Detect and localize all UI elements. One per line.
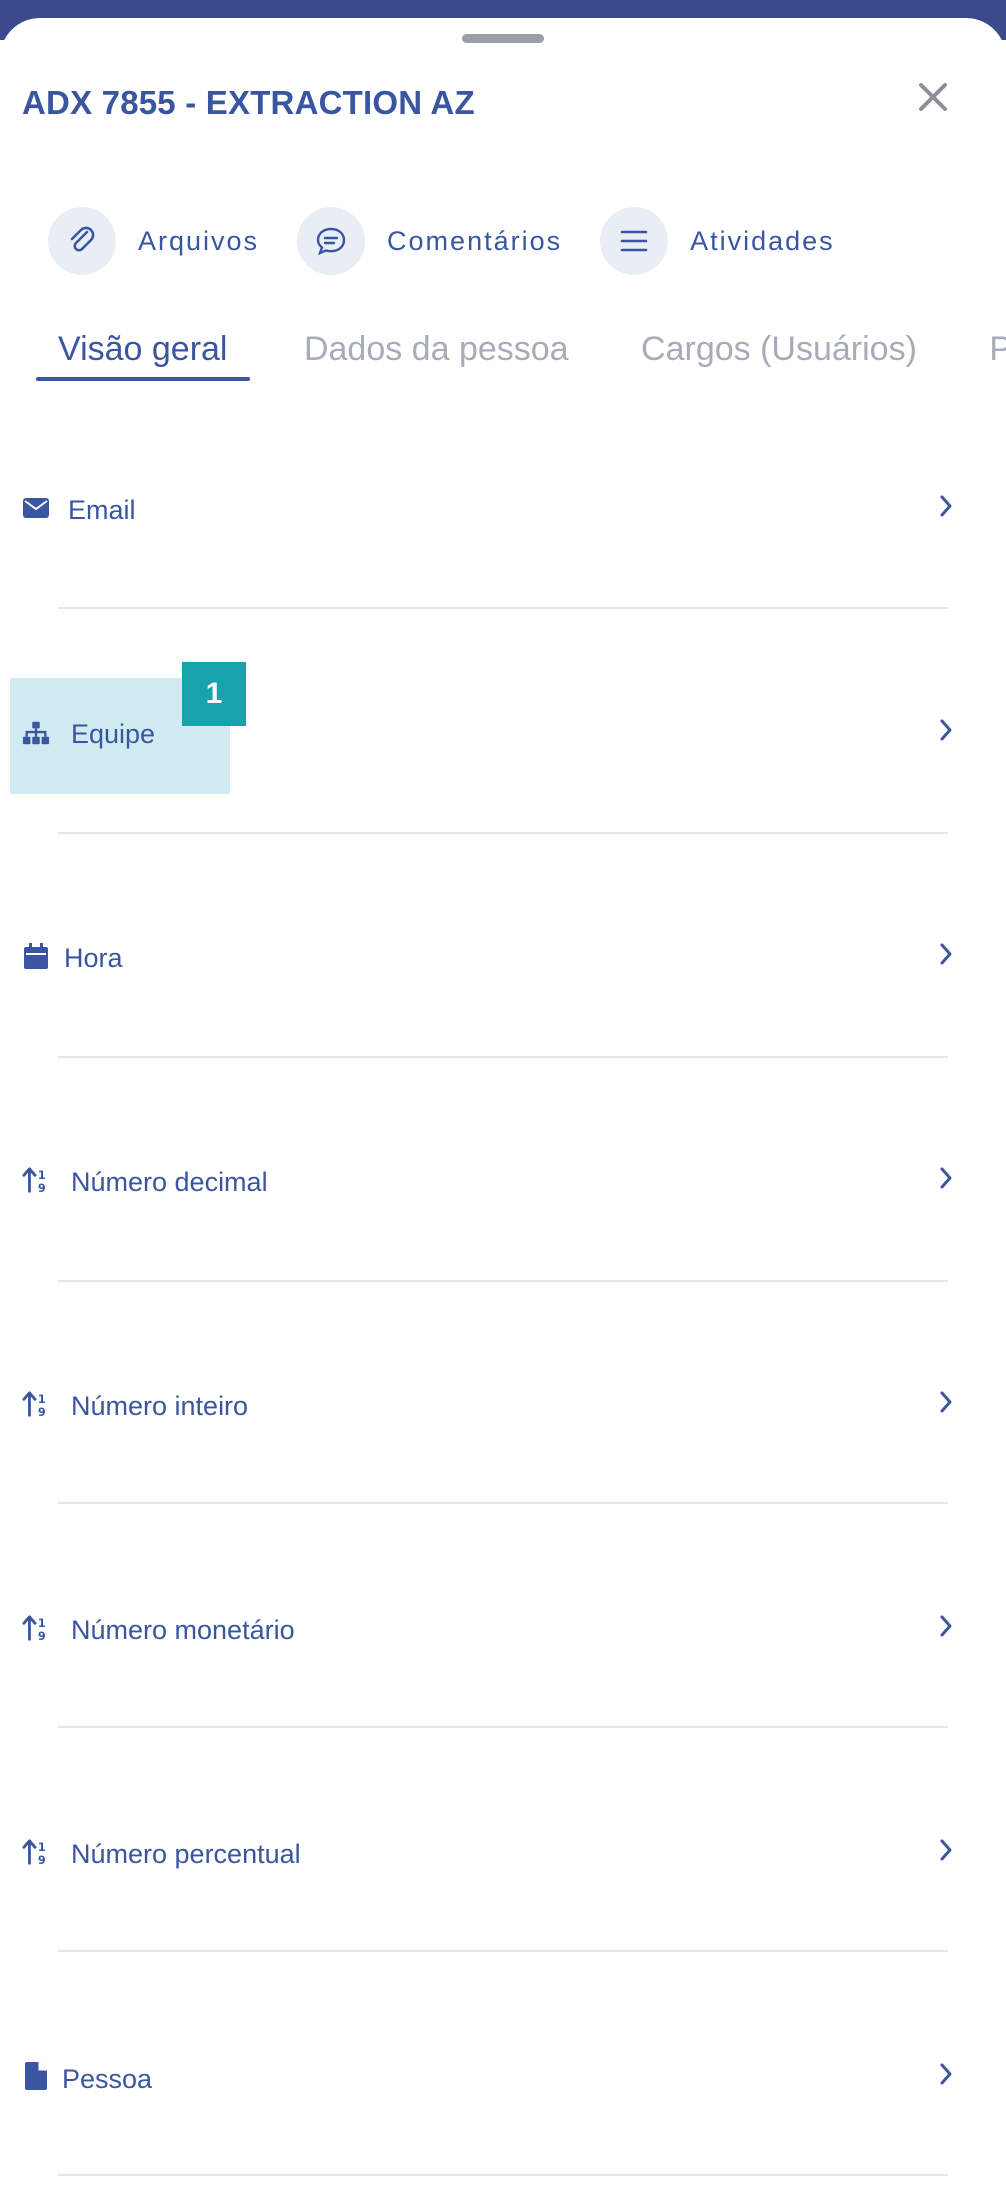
svg-text:1: 1 [38, 1617, 46, 1630]
row-divider [58, 1056, 948, 1058]
chevron-right-icon [936, 939, 956, 969]
sort-numeric-icon: 19 [22, 1166, 50, 1194]
sort-numeric-icon: 19 [22, 1614, 50, 1642]
field-label-currency-number: Número monetário [71, 1615, 295, 1645]
field-row-person[interactable]: Pessoa [0, 1964, 1006, 2178]
activities-action[interactable]: Atividades [600, 207, 835, 275]
field-row-percent-number[interactable]: 19 Número percentual [0, 1740, 1006, 1964]
field-label-decimal-number: Número decimal [71, 1167, 268, 1197]
list-icon [600, 207, 669, 275]
svg-text:1: 1 [38, 1393, 46, 1406]
tab-person-data[interactable]: Dados da pessoa [304, 330, 569, 377]
field-label-person: Pessoa [62, 2064, 153, 2094]
sheet-drag-handle[interactable] [462, 34, 544, 43]
row-divider [58, 1950, 948, 1952]
field-label-percent-number: Número percentual [71, 1839, 301, 1869]
field-row-decimal-number[interactable]: 19 Número decimal [0, 1068, 1006, 1292]
paperclip-icon [48, 207, 116, 275]
tab-more-truncated[interactable]: Pe [989, 330, 1006, 377]
field-label-team: Equipe [71, 719, 156, 749]
chevron-right-icon [936, 491, 956, 521]
svg-text:9: 9 [38, 1182, 46, 1194]
svg-text:1: 1 [38, 1169, 46, 1182]
field-row-integer-number[interactable]: 19 Número inteiro [0, 1292, 1006, 1516]
svg-text:9: 9 [38, 1854, 46, 1866]
chevron-right-icon [936, 1387, 956, 1417]
envelope-icon [22, 494, 50, 522]
files-action-label: Arquivos [138, 225, 260, 256]
svg-text:9: 9 [38, 1406, 46, 1418]
field-label-integer-number: Número inteiro [71, 1391, 249, 1421]
file-icon [22, 2062, 50, 2090]
action-bar: Arquivos Comentários Atividades [48, 206, 873, 276]
row-divider [58, 1726, 948, 1728]
comment-icon [297, 207, 366, 275]
page-title: ADX 7855 - EXTRACTION AZ [22, 84, 475, 121]
comments-action-label: Comentários [387, 225, 563, 256]
sitemap-icon [22, 719, 50, 747]
chevron-right-icon [936, 715, 956, 745]
row-divider [58, 1502, 948, 1504]
activities-action-label: Atividades [690, 225, 835, 256]
field-row-currency-number[interactable]: 19 Número monetário [0, 1516, 1006, 1740]
chevron-right-icon [936, 1835, 956, 1865]
comments-action[interactable]: Comentários [297, 207, 562, 275]
sort-numeric-icon: 19 [22, 1838, 50, 1866]
tab-overview[interactable]: Visão geral [36, 330, 250, 381]
row-divider [58, 1280, 948, 1282]
tab-roles-users[interactable]: Cargos (Usuários) [641, 330, 917, 377]
chevron-right-icon [936, 1611, 956, 1641]
tab-bar: Visão geral Dados da pessoa Cargos (Usuá… [36, 330, 1006, 390]
field-label-email: Email [68, 495, 136, 525]
svg-text:9: 9 [38, 1630, 46, 1642]
files-action[interactable]: Arquivos [48, 207, 259, 275]
chevron-right-icon [936, 2059, 956, 2089]
calendar-icon [22, 942, 50, 970]
row-divider [58, 832, 948, 834]
svg-text:1: 1 [38, 1841, 46, 1854]
row-divider [58, 2174, 948, 2176]
chevron-right-icon [936, 1163, 956, 1193]
field-row-time[interactable]: Hora [0, 844, 1006, 1068]
row-divider [58, 607, 948, 609]
close-button[interactable] [908, 72, 958, 122]
field-label-time: Hora [64, 943, 123, 973]
close-icon [919, 83, 947, 111]
field-row-email[interactable]: Email [0, 396, 1006, 620]
field-row-team[interactable]: Equipe [0, 620, 1006, 844]
sort-numeric-icon: 19 [22, 1390, 50, 1418]
